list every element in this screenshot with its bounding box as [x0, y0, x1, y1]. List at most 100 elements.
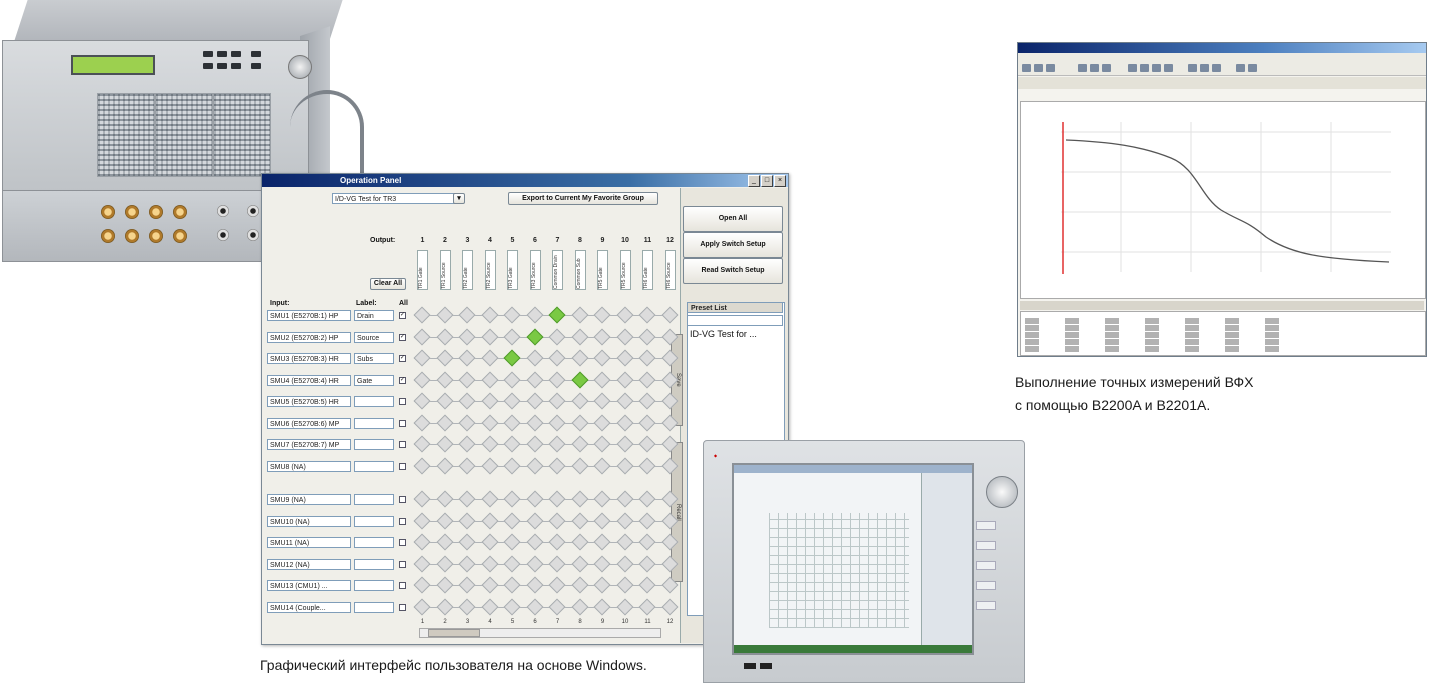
crosspoint-switch[interactable] — [413, 306, 431, 324]
toolbar-icon[interactable] — [1022, 64, 1031, 72]
row-all-checkbox[interactable] — [399, 398, 406, 405]
crosspoint-switch[interactable] — [503, 349, 521, 367]
crosspoint-switch[interactable] — [458, 457, 476, 474]
input-channel-field[interactable]: SMU13 (CMU1) ... — [267, 580, 351, 591]
row-all-checkbox[interactable]: ✓ — [399, 376, 406, 384]
crosspoint-switch[interactable] — [548, 371, 566, 388]
crosspoint-switch[interactable] — [503, 533, 521, 551]
crosspoint-switch[interactable] — [458, 371, 476, 388]
crosspoint-switch[interactable] — [436, 414, 453, 431]
crosspoint-switch[interactable] — [638, 512, 656, 529]
input-label-field[interactable] — [354, 580, 394, 591]
crosspoint-switch[interactable] — [503, 512, 521, 529]
output-label-field[interactable]: TR1 Source — [439, 250, 451, 290]
crosspoint-switch[interactable] — [458, 598, 476, 615]
crosspoint-switch[interactable] — [503, 555, 521, 572]
crosspoint-switch[interactable] — [413, 435, 431, 453]
crosspoint-switch[interactable] — [481, 512, 498, 529]
crosspoint-switch[interactable] — [503, 414, 521, 431]
crosspoint-switch[interactable] — [458, 555, 476, 572]
crosspoint-switch[interactable] — [571, 490, 588, 508]
crosspoint-switch[interactable] — [458, 576, 476, 594]
crosspoint-switch[interactable] — [436, 371, 453, 388]
crosspoint-switch[interactable] — [481, 576, 498, 594]
toolbar-icon[interactable] — [1212, 64, 1221, 72]
crosspoint-switch[interactable] — [616, 555, 633, 572]
crosspoint-switch[interactable] — [436, 576, 453, 594]
input-channel-field[interactable]: SMU2 (E5270B:2) HP — [267, 331, 351, 343]
crosspoint-switch[interactable] — [503, 392, 521, 410]
crosspoint-switch[interactable] — [548, 457, 566, 474]
crosspoint-switch[interactable] — [413, 490, 431, 508]
crosspoint-switch[interactable] — [526, 512, 543, 529]
crosspoint-switch[interactable] — [548, 490, 566, 508]
crosspoint-switch[interactable] — [503, 371, 521, 388]
row-all-checkbox[interactable]: ✓ — [399, 355, 406, 362]
row-all-checkbox[interactable] — [399, 419, 406, 427]
row-all-checkbox[interactable] — [399, 496, 406, 503]
crosspoint-switch[interactable] — [638, 328, 656, 345]
crosspoint-switch[interactable] — [458, 328, 476, 345]
clear-all-button[interactable]: Clear All — [370, 278, 406, 290]
input-label-field[interactable] — [354, 601, 394, 613]
row-all-checkbox[interactable] — [399, 462, 406, 470]
input-channel-field[interactable]: SMU4 (E5270B:4) HR — [267, 374, 351, 386]
crosspoint-switch[interactable] — [616, 371, 633, 388]
crosspoint-switch[interactable] — [571, 414, 588, 431]
crosspoint-switch[interactable] — [593, 392, 611, 410]
toolbar-icon[interactable] — [1090, 64, 1099, 72]
crosspoint-switch[interactable] — [616, 598, 633, 615]
crosspoint-switch[interactable] — [458, 392, 476, 410]
input-label-field[interactable] — [354, 460, 394, 472]
crosspoint-switch[interactable] — [526, 533, 543, 551]
toolbar-icon[interactable] — [1102, 64, 1111, 72]
row-all-checkbox[interactable] — [399, 517, 406, 525]
crosspoint-switch[interactable] — [413, 576, 431, 594]
crosspoint-switch[interactable] — [571, 306, 588, 324]
crosspoint-switch[interactable] — [413, 349, 431, 367]
scrollbar-thumb[interactable] — [428, 629, 480, 637]
crosspoint-switch[interactable] — [458, 435, 476, 453]
crosspoint-switch[interactable] — [548, 533, 566, 551]
output-label-field[interactable]: TR3 Gate — [507, 250, 518, 290]
toolbar-icon[interactable] — [1034, 64, 1043, 72]
crosspoint-switch[interactable] — [526, 349, 543, 367]
crosspoint-switch[interactable] — [638, 392, 656, 410]
crosspoint-switch[interactable] — [593, 349, 611, 367]
input-channel-field[interactable]: SMU8 (NA) — [267, 460, 351, 472]
input-channel-field[interactable]: SMU12 (NA) — [267, 558, 351, 570]
input-label-field[interactable] — [354, 558, 394, 570]
crosspoint-switch[interactable] — [638, 555, 656, 572]
crosspoint-switch[interactable] — [503, 490, 521, 508]
crosspoint-switch[interactable] — [638, 306, 656, 324]
crosspoint-switch[interactable] — [503, 435, 521, 453]
toolbar-icon[interactable] — [1164, 64, 1173, 72]
crosspoint-switch[interactable] — [526, 392, 543, 410]
crosspoint-switch[interactable] — [616, 457, 633, 474]
crosspoint-switch[interactable] — [638, 457, 656, 474]
crosspoint-switch[interactable] — [571, 371, 588, 388]
crosspoint-switch[interactable] — [458, 414, 476, 431]
crosspoint-switch[interactable] — [548, 598, 566, 615]
crosspoint-switch[interactable] — [593, 306, 611, 324]
crosspoint-switch[interactable] — [571, 349, 588, 367]
crosspoint-switch[interactable] — [593, 435, 611, 453]
crosspoint-switch[interactable] — [413, 512, 431, 529]
input-label-field[interactable] — [354, 417, 394, 429]
input-channel-field[interactable]: SMU3 (E5270B:3) HR — [267, 353, 351, 364]
input-channel-field[interactable]: SMU11 (NA) — [267, 537, 351, 548]
output-label-field[interactable]: TR5 Gate — [597, 250, 608, 290]
crosspoint-switch[interactable] — [526, 598, 543, 615]
input-label-field[interactable]: Gate — [354, 374, 394, 386]
toolbar-icon[interactable] — [1188, 64, 1197, 72]
crosspoint-switch[interactable] — [571, 392, 588, 410]
crosspoint-switch[interactable] — [548, 306, 566, 324]
crosspoint-switch[interactable] — [548, 555, 566, 572]
row-all-checkbox[interactable]: ✓ — [399, 333, 406, 341]
row-all-checkbox[interactable] — [399, 582, 406, 589]
crosspoint-switch[interactable] — [481, 533, 498, 551]
output-label-field[interactable]: TR3 Source — [529, 250, 541, 290]
input-label-field[interactable] — [354, 537, 394, 548]
output-label-field[interactable]: TR2 Gate — [462, 250, 473, 290]
toolbar-icon[interactable] — [1200, 64, 1209, 72]
